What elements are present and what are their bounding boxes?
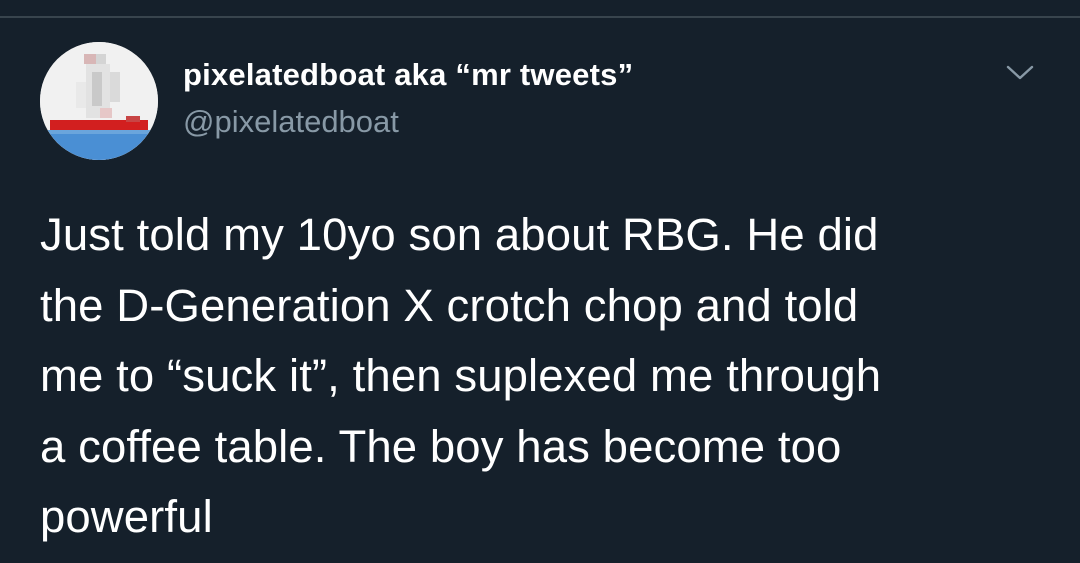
tweet-text-line: the D-Generation X crotch chop and told bbox=[40, 279, 859, 331]
tweet-text-line: a coffee table. The boy has become too bbox=[40, 420, 842, 472]
tweet-text-line: Just told my 10yo son about RBG. He did bbox=[40, 209, 879, 260]
display-name[interactable]: pixelatedboat aka “mr tweets” bbox=[183, 57, 633, 93]
avatar[interactable] bbox=[40, 42, 158, 160]
tweet-text: Just told my 10yo son about RBG. He did … bbox=[40, 200, 1050, 553]
pixelated-boat-avatar-icon bbox=[40, 42, 158, 160]
chevron-down-icon bbox=[1006, 65, 1034, 80]
tweet-text-line: powerful bbox=[40, 491, 213, 542]
top-divider bbox=[0, 16, 1080, 18]
tweet-text-line: me to “suck it”, then suplexed me throug… bbox=[40, 350, 882, 401]
more-options-button[interactable] bbox=[1000, 58, 1040, 88]
user-handle[interactable]: @pixelatedboat bbox=[183, 104, 399, 140]
